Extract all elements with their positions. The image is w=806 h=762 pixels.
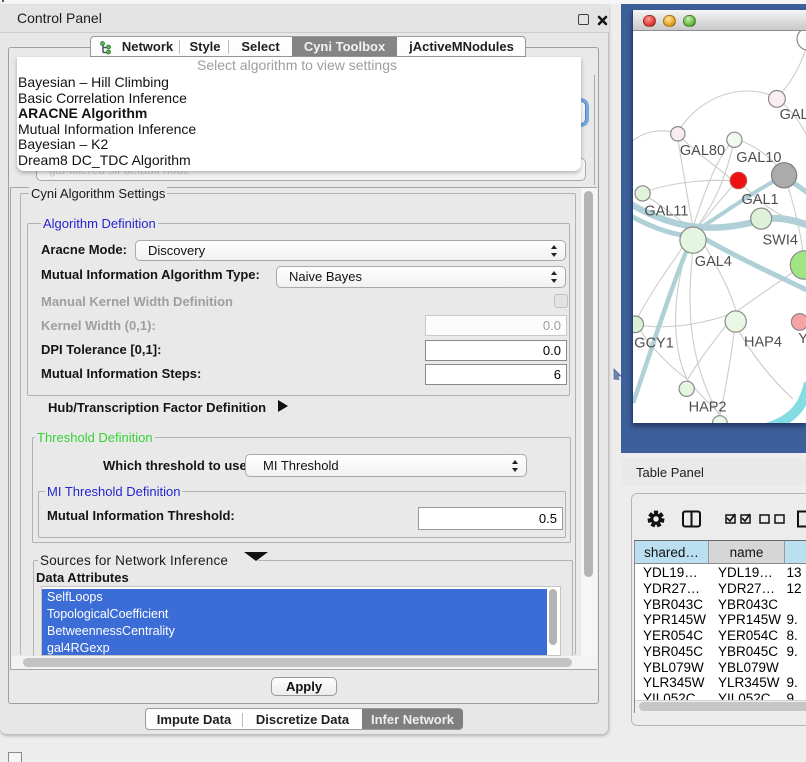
svg-text:GAL: GAL — [780, 107, 806, 123]
svg-text:GAL11: GAL11 — [644, 204, 688, 220]
svg-text:GAL1: GAL1 — [742, 192, 779, 208]
svg-text:GCY1: GCY1 — [634, 336, 674, 352]
svg-text:HAP2: HAP2 — [689, 400, 727, 416]
svg-text:HAP4: HAP4 — [744, 335, 782, 351]
svg-text:GAL10: GAL10 — [736, 150, 781, 166]
svg-text:SWI4: SWI4 — [763, 232, 798, 248]
svg-text:GAL4: GAL4 — [695, 254, 732, 270]
svg-text:Y: Y — [798, 331, 806, 347]
svg-text:GAL80: GAL80 — [680, 143, 725, 159]
